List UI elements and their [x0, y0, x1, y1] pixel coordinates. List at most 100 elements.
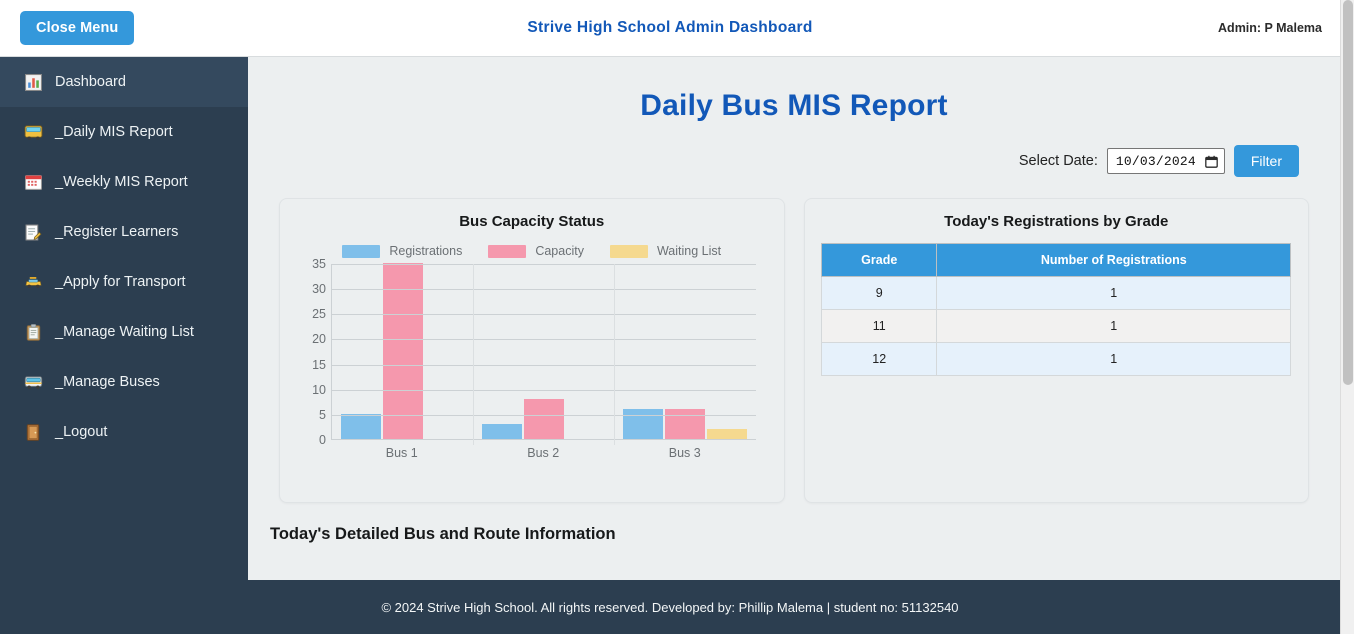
scrollbar-thumb[interactable]	[1343, 0, 1353, 385]
chart-legend: Registrations Capacity Waiting List	[290, 244, 774, 258]
sidebar-item-manage-buses[interactable]: _Manage Buses	[0, 357, 248, 407]
y-axis: 0 5 10 15 20 25 30 35	[298, 257, 326, 447]
chart-category-divider	[473, 264, 475, 445]
sidebar-item-label: _Manage Waiting List	[55, 324, 194, 340]
sidebar-item-label: _Manage Buses	[55, 374, 160, 390]
sidebar-item-label: Dashboard	[55, 74, 126, 90]
admin-user-label: Admin: P Malema	[1218, 21, 1322, 35]
top-bar: Close Menu Strive High School Admin Dash…	[0, 0, 1340, 57]
table-column-header: Grade	[821, 243, 938, 277]
sidebar-item-label: _Register Learners	[55, 224, 179, 240]
bar[interactable]	[340, 413, 381, 439]
y-axis-tick: 30	[312, 282, 326, 297]
legend-item-registrations[interactable]: Registrations	[342, 244, 462, 258]
legend-item-capacity[interactable]: Capacity	[488, 244, 584, 258]
table-cell-grade: 12	[821, 342, 938, 376]
date-input[interactable]: 10/03/2024	[1106, 148, 1225, 174]
sidebar-item-label: _Daily MIS Report	[55, 124, 173, 140]
detail-section-heading: Today's Detailed Bus and Route Informati…	[270, 525, 616, 543]
select-date-label: Select Date:	[1018, 153, 1098, 169]
bar[interactable]	[706, 428, 747, 439]
sidebar-item-apply-for-transport[interactable]: _Apply for Transport	[0, 257, 248, 307]
legend-swatch	[488, 244, 527, 258]
sidebar-item-manage-waiting-list[interactable]: _Manage Waiting List	[0, 307, 248, 357]
x-axis-labels: Bus 1 Bus 2 Bus 3	[331, 446, 756, 460]
x-axis-label: Bus 3	[668, 446, 701, 460]
sidebar-item-label: _Weekly MIS Report	[55, 174, 188, 190]
bar[interactable]	[664, 408, 705, 439]
table-column-header: Number of Registrations	[936, 243, 1292, 277]
door-icon	[22, 421, 44, 443]
bus-capacity-chart-card: Bus Capacity Status Registrations Capacit…	[279, 198, 785, 503]
page-scrollbar[interactable]	[1340, 0, 1354, 634]
chart-gridline	[332, 314, 756, 316]
legend-swatch	[609, 244, 648, 258]
table-head: Grade Number of Registrations	[821, 243, 1292, 277]
table-cell-registrations: 1	[936, 309, 1292, 343]
clipboard-icon	[22, 321, 44, 343]
x-axis-label: Bus 2	[527, 446, 560, 460]
sidebar-item-register-learners[interactable]: _Register Learners	[0, 207, 248, 257]
main-content: Daily Bus MIS Report Select Date: 10/03/…	[248, 57, 1340, 580]
y-axis-tick: 0	[319, 433, 326, 447]
bar-chart-icon	[22, 71, 44, 93]
date-filter-bar: Select Date: 10/03/2024 Filter	[248, 145, 1299, 177]
sidebar-item-label: _Apply for Transport	[55, 274, 186, 290]
y-axis-tick: 15	[312, 357, 326, 372]
sidebar-item-dashboard[interactable]: Dashboard	[0, 57, 248, 107]
memo-pencil-icon	[22, 221, 44, 243]
cards-row: Bus Capacity Status Registrations Capacit…	[279, 198, 1309, 503]
trolleybus-icon	[22, 371, 44, 393]
bar[interactable]	[523, 398, 564, 439]
chart-gridline	[332, 289, 756, 291]
table-header-row: Grade Number of Registrations	[821, 243, 1292, 277]
table-cell-registrations: 1	[936, 342, 1292, 376]
table-row: 91	[821, 276, 1292, 310]
sidebar-item-label: _Logout	[55, 424, 108, 440]
bar-group	[614, 264, 755, 439]
app-root: Close Menu Strive High School Admin Dash…	[0, 0, 1354, 634]
sidebar-item-weekly-mis-report[interactable]: _Weekly MIS Report	[0, 157, 248, 207]
registrations-by-grade-card: Today's Registrations by Grade Grade Numb…	[803, 198, 1309, 503]
legend-label: Capacity	[535, 244, 584, 258]
chart-gridline	[332, 389, 756, 391]
x-axis-label: Bus 1	[385, 446, 418, 460]
legend-swatch	[342, 244, 381, 258]
calendar-icon	[22, 171, 44, 193]
y-axis-tick: 35	[312, 257, 326, 271]
chart-gridline	[332, 264, 756, 265]
calendar-icon[interactable]	[1205, 155, 1218, 168]
chart-gridline	[332, 339, 756, 341]
page-title: Daily Bus MIS Report	[640, 89, 948, 122]
app-title: Strive High School Admin Dashboard	[527, 19, 813, 36]
bar[interactable]	[622, 408, 663, 439]
table-row: 11 1	[821, 309, 1292, 343]
sidebar-item-daily-mis-report[interactable]: _Daily MIS Report	[0, 107, 248, 157]
chart-gridline	[332, 364, 756, 366]
y-axis-tick: 25	[312, 307, 326, 322]
table-cell-grade: 9	[821, 276, 938, 310]
table-body: 9 1 11 1 12 1	[821, 276, 1292, 376]
filter-button[interactable]: Filter	[1233, 145, 1299, 177]
bar-groups	[332, 263, 756, 439]
legend-item-waiting-list[interactable]: Waiting List	[609, 244, 721, 258]
bar-group	[473, 264, 614, 439]
taxi-icon	[22, 271, 44, 293]
sidebar: Dashboard _Daily MIS Report _Weekly MIS Re…	[0, 57, 248, 580]
legend-label: Registrations	[389, 244, 463, 258]
chart-title: Bus Capacity Status	[459, 213, 605, 230]
bus-icon	[22, 121, 44, 143]
table-row: 12 1	[821, 342, 1292, 376]
sidebar-item-logout[interactable]: _Logout	[0, 407, 248, 457]
chart-category-divider	[614, 264, 616, 445]
plot-canvas	[331, 263, 756, 445]
table-cell-registrations: 1	[936, 276, 1292, 310]
bar[interactable]	[481, 423, 522, 439]
y-axis-tick: 20	[312, 332, 326, 347]
footer: © 2024 Strive High School. All rights re…	[0, 580, 1340, 634]
y-axis-tick: 10	[312, 382, 326, 397]
footer-text: © 2024 Strive High School. All rights re…	[381, 599, 959, 615]
close-menu-button[interactable]: Close Menu	[20, 11, 135, 45]
table-cell-grade: 11	[821, 309, 938, 343]
y-axis-tick: 5	[319, 407, 326, 422]
